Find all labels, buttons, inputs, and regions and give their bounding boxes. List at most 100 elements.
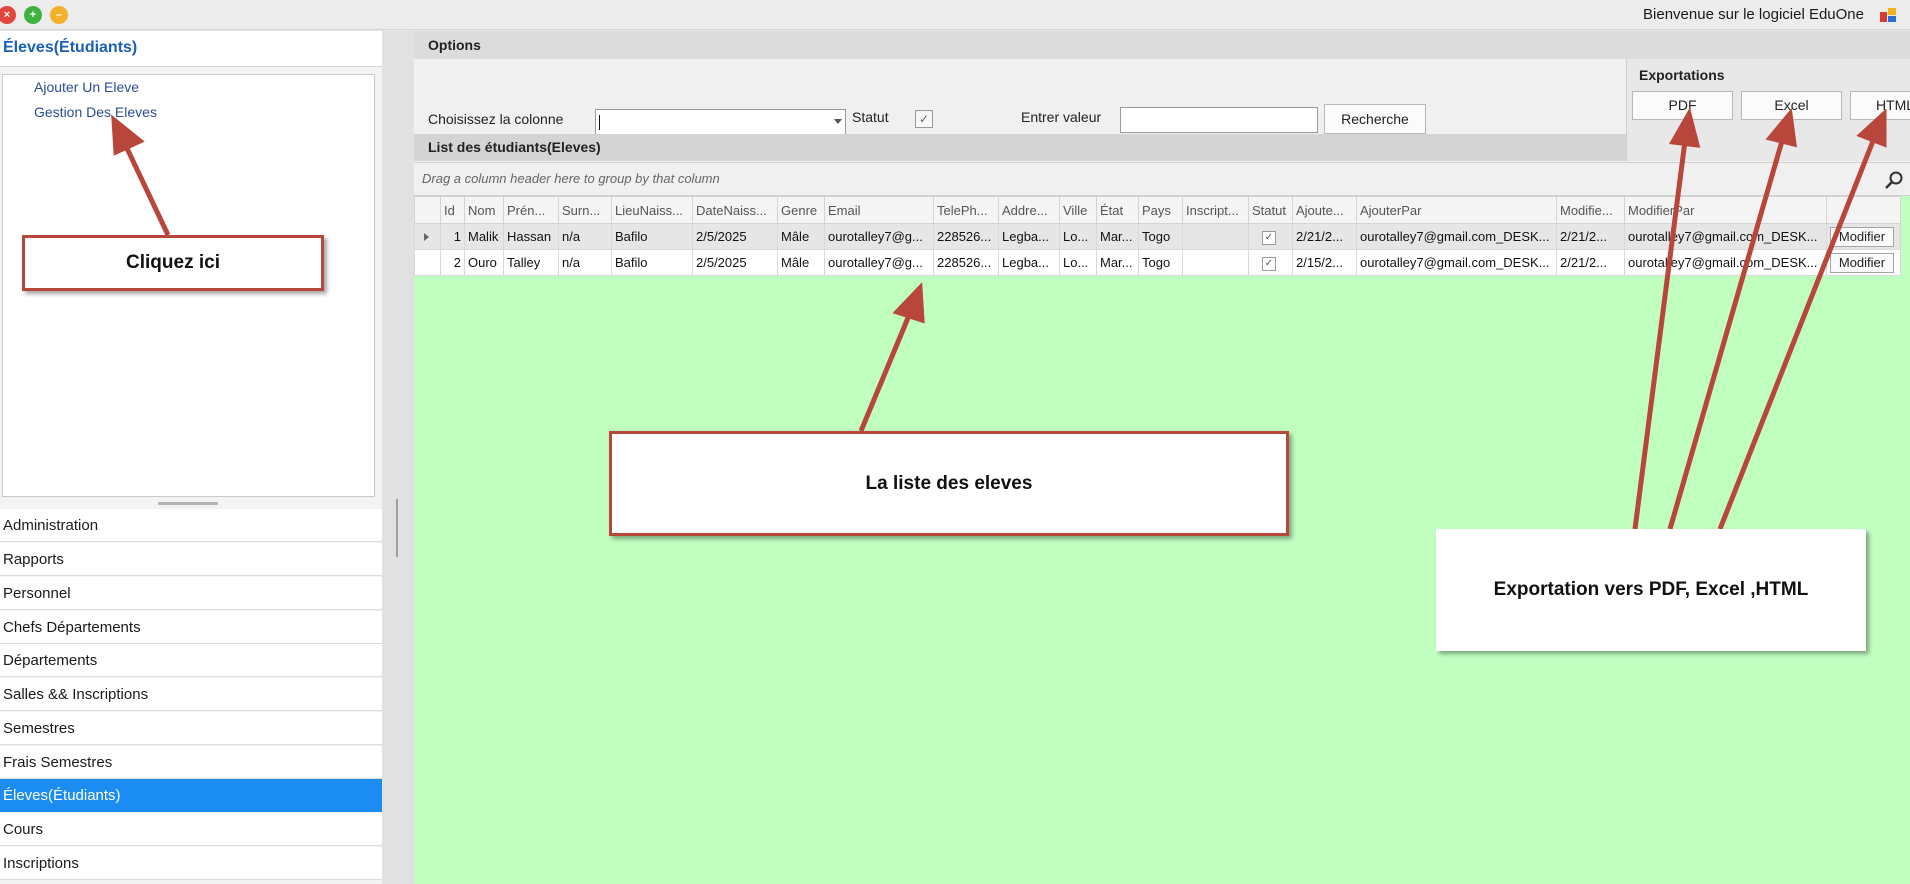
vertical-splitter[interactable] xyxy=(382,31,414,884)
cell-inscription[interactable] xyxy=(1182,249,1249,276)
cell-id[interactable]: 1 xyxy=(440,223,465,250)
column-select[interactable] xyxy=(595,109,846,136)
chevron-down-icon[interactable] xyxy=(834,119,842,124)
cell-id[interactable]: 2 xyxy=(440,249,465,276)
column-header-etat[interactable]: État xyxy=(1096,196,1139,224)
search-icon[interactable] xyxy=(1884,170,1904,190)
column-header-statut[interactable]: Statut xyxy=(1248,196,1293,224)
column-header-telephone[interactable]: TelePh... xyxy=(933,196,999,224)
cell-nom[interactable]: Malik xyxy=(464,223,504,250)
cell-telephone[interactable]: 228526... xyxy=(933,223,999,250)
cell-date-naissance[interactable]: 2/5/2025 xyxy=(692,223,778,250)
cell-surnom[interactable]: n/a xyxy=(558,223,612,250)
modify-button[interactable]: Modifier xyxy=(1830,252,1894,273)
cell-prenom[interactable]: Hassan xyxy=(503,223,559,250)
column-header-email[interactable]: Email xyxy=(824,196,934,224)
cell-ville[interactable]: Lo... xyxy=(1059,223,1097,250)
statut-checkbox[interactable]: ✓ xyxy=(1262,257,1276,271)
nav-item-frais-semestres[interactable]: Frais Semestres xyxy=(0,746,382,779)
export-title: Exportations xyxy=(1639,67,1725,83)
column-header-id[interactable]: Id xyxy=(440,196,465,224)
nav-item-eleves[interactable]: Éleves(Étudiants) xyxy=(0,779,382,812)
row-indicator-icon xyxy=(424,233,429,241)
column-header-lieu-naissance[interactable]: LieuNaiss... xyxy=(611,196,693,224)
cell-nom[interactable]: Ouro xyxy=(464,249,504,276)
cell-genre[interactable]: Mâle xyxy=(777,223,825,250)
search-button[interactable]: Recherche xyxy=(1324,104,1426,134)
cell-pays[interactable]: Togo xyxy=(1138,249,1183,276)
column-header-ville[interactable]: Ville xyxy=(1059,196,1097,224)
cell-genre[interactable]: Mâle xyxy=(777,249,825,276)
column-header-ajouter-par[interactable]: AjouterPar xyxy=(1356,196,1557,224)
cell-email[interactable]: ourotalley7@g... xyxy=(824,223,934,250)
cell-etat[interactable]: Mar... xyxy=(1096,249,1139,276)
cell-ville[interactable]: Lo... xyxy=(1059,249,1097,276)
cell-lieu-naissance[interactable]: Bafilo xyxy=(611,249,693,276)
statut-checkbox[interactable]: ✓ xyxy=(915,110,933,128)
cell-email[interactable]: ourotalley7@g... xyxy=(824,249,934,276)
add-student-link[interactable]: Ajouter Un Eleve xyxy=(34,79,139,95)
nav-item-personnel[interactable]: Personnel xyxy=(0,577,382,610)
value-input[interactable] xyxy=(1120,107,1318,133)
cell-etat[interactable]: Mar... xyxy=(1096,223,1139,250)
statut-checkbox[interactable]: ✓ xyxy=(1262,231,1276,245)
cell-inscription[interactable] xyxy=(1182,223,1249,250)
row-indicator-cell[interactable] xyxy=(414,249,441,276)
cell-ajoute[interactable]: 2/21/2... xyxy=(1292,223,1357,250)
cell-statut[interactable]: ✓ xyxy=(1248,249,1293,276)
column-header-date-naissance[interactable]: DateNaiss... xyxy=(692,196,778,224)
column-header-prenom[interactable]: Prén... xyxy=(503,196,559,224)
cell-lieu-naissance[interactable]: Bafilo xyxy=(611,223,693,250)
cell-adresse[interactable]: Legba... xyxy=(998,223,1060,250)
cell-ajoute[interactable]: 2/15/2... xyxy=(1292,249,1357,276)
nav-item-departements[interactable]: Départements xyxy=(0,644,382,677)
table-row[interactable]: 2 Ouro Talley n/a Bafilo 2/5/2025 Mâle o… xyxy=(414,249,1901,276)
cell-ajouter-par[interactable]: ourotalley7@gmail.com_DESK... xyxy=(1356,249,1557,276)
splitter-grip[interactable] xyxy=(158,502,218,505)
text-cursor xyxy=(599,115,600,130)
column-header-nom[interactable]: Nom xyxy=(464,196,504,224)
column-header-genre[interactable]: Genre xyxy=(777,196,825,224)
cell-adresse[interactable]: Legba... xyxy=(998,249,1060,276)
manage-students-link[interactable]: Gestion Des Eleves xyxy=(34,104,157,120)
cell-modifie[interactable]: 2/21/2... xyxy=(1556,223,1625,250)
cell-pays[interactable]: Togo xyxy=(1138,223,1183,250)
cell-telephone[interactable]: 228526... xyxy=(933,249,999,276)
column-header-ajoute[interactable]: Ajoute... xyxy=(1292,196,1357,224)
column-header-modifie[interactable]: Modifie... xyxy=(1556,196,1625,224)
splitter-grip[interactable] xyxy=(396,499,398,557)
cell-modifier-par[interactable]: ourotalley7@gmail.com_DESK... xyxy=(1624,223,1827,250)
list-title: List des étudiants(Eleves) xyxy=(428,139,601,155)
column-header-modifier-par[interactable]: ModifierPar xyxy=(1624,196,1827,224)
column-header-surnom[interactable]: Surn... xyxy=(558,196,612,224)
nav-item-cours[interactable]: Cours xyxy=(0,813,382,846)
cell-prenom[interactable]: Talley xyxy=(503,249,559,276)
modify-button[interactable]: Modifier xyxy=(1830,226,1894,247)
window-title: Bienvenue sur le logiciel EduOne xyxy=(1643,6,1864,23)
column-header-pays[interactable]: Pays xyxy=(1138,196,1183,224)
nav-item-chefs-departements[interactable]: Chefs Départements xyxy=(0,611,382,644)
cell-modifier-par[interactable]: ourotalley7@gmail.com_DESK... xyxy=(1624,249,1827,276)
cell-date-naissance[interactable]: 2/5/2025 xyxy=(692,249,778,276)
maximize-icon[interactable]: + xyxy=(24,6,42,24)
cell-modifie[interactable]: 2/21/2... xyxy=(1556,249,1625,276)
group-by-panel[interactable]: Drag a column header here to group by th… xyxy=(414,163,1910,196)
table-row[interactable]: 1 Malik Hassan n/a Bafilo 2/5/2025 Mâle … xyxy=(414,223,1901,250)
cell-surnom[interactable]: n/a xyxy=(558,249,612,276)
column-header-adresse[interactable]: Addre... xyxy=(998,196,1060,224)
nav-item-rapports[interactable]: Rapports xyxy=(0,543,382,576)
nav-item-inscriptions[interactable]: Inscriptions xyxy=(0,847,382,880)
nav-item-salles-inscriptions[interactable]: Salles && Inscriptions xyxy=(0,678,382,711)
nav-item-administration[interactable]: Administration xyxy=(0,509,382,542)
nav-item-semestres[interactable]: Semestres xyxy=(0,712,382,745)
minimize-icon[interactable]: – xyxy=(50,6,68,24)
close-icon[interactable]: × xyxy=(0,6,16,24)
cell-statut[interactable]: ✓ xyxy=(1248,223,1293,250)
row-indicator-cell[interactable] xyxy=(414,223,441,250)
export-pdf-button[interactable]: PDF xyxy=(1632,91,1733,120)
export-excel-button[interactable]: Excel xyxy=(1741,91,1842,120)
export-html-button[interactable]: HTML xyxy=(1850,91,1910,120)
cell-ajouter-par[interactable]: ourotalley7@gmail.com_DESK... xyxy=(1356,223,1557,250)
statut-label: Statut xyxy=(852,109,889,125)
column-header-inscription[interactable]: Inscript... xyxy=(1182,196,1249,224)
